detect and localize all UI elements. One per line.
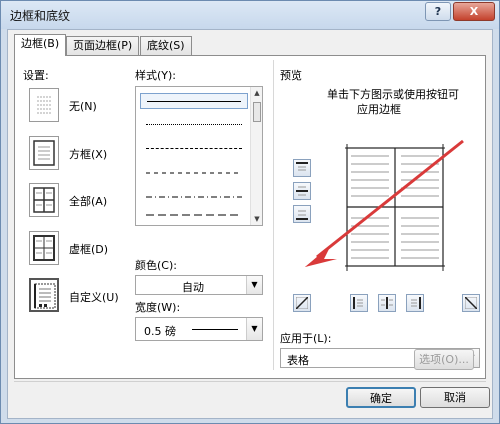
dialog-window: 边框和底纹 ? X 边框(B) 页面边框(P) 底纹(S) 设置: 无(N) 方…	[0, 0, 500, 424]
annotation-arrow	[305, 139, 464, 267]
tab-borders[interactable]: 边框(B)	[14, 34, 67, 56]
